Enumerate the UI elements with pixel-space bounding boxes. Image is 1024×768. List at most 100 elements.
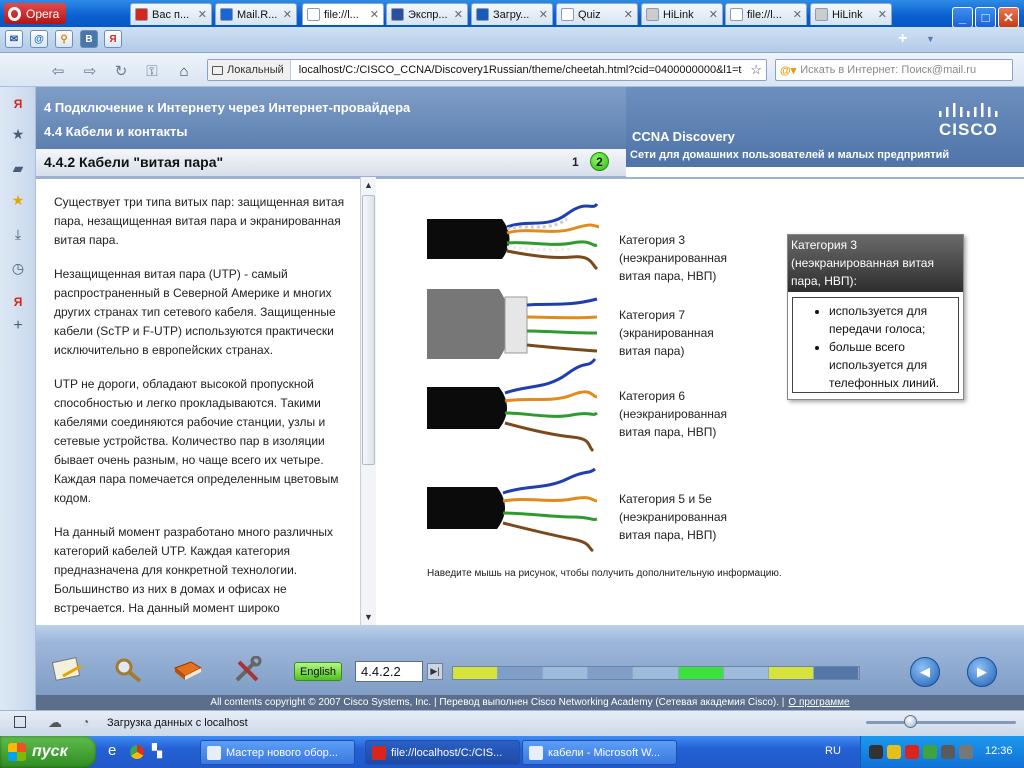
cloud-icon[interactable]: ☁ [48, 714, 62, 731]
scroll-thumb[interactable] [362, 195, 375, 465]
cable-label[interactable]: Категория 7 (экранированная витая пара) [619, 306, 749, 360]
chrome-icon[interactable] [130, 745, 144, 759]
search-engine-icon[interactable]: @▾ [780, 64, 796, 77]
forward-arrow-icon[interactable]: ⇨ [80, 61, 100, 81]
progress-segment[interactable] [543, 667, 589, 679]
search-ticket-icon[interactable]: ⚲ [55, 30, 73, 48]
progress-segment[interactable] [633, 667, 679, 679]
ie-icon[interactable]: e [108, 742, 116, 759]
progress-segment[interactable] [453, 667, 499, 679]
cable-cat6[interactable] [427, 358, 598, 453]
reload-icon[interactable]: ↻ [111, 61, 131, 81]
about-program-link[interactable]: О программе [788, 697, 849, 708]
url-field[interactable]: Локальный localhost/C:/CISCO_CCNA/Discov… [207, 59, 767, 81]
start-button[interactable]: пуск [0, 736, 96, 768]
cable-cat7[interactable] [427, 289, 598, 359]
tab-close-icon[interactable]: ✕ [624, 8, 633, 21]
next-page-arrow-icon[interactable]: ▶ [967, 657, 997, 687]
language-indicator[interactable]: RU [825, 745, 841, 757]
progress-segment[interactable] [813, 667, 859, 679]
favorite-star-icon[interactable]: ★ [9, 191, 27, 209]
home-icon[interactable]: ⌂ [174, 61, 194, 81]
taskbar-task[interactable]: кабели - Microsoft W... [522, 740, 677, 765]
minimize-icon[interactable]: _ [952, 7, 973, 28]
tray-app-icon[interactable] [869, 745, 883, 759]
key-icon[interactable]: ⚿ [142, 61, 162, 81]
go-to-page-icon[interactable]: ▶| [427, 663, 443, 680]
cable-cat3[interactable] [427, 202, 600, 271]
cable-label[interactable]: Категория 6 (неэкранированная витая пара, … [619, 387, 749, 441]
yandex-icon[interactable]: Я [104, 30, 122, 48]
mail-icon[interactable]: ✉ [5, 30, 23, 48]
shield-icon[interactable] [887, 745, 901, 759]
browser-tab[interactable]: Экспр... ✕ [386, 3, 468, 25]
history-clock-icon[interactable]: ◷ [9, 259, 27, 277]
cables-image[interactable] [427, 199, 607, 564]
volume-icon[interactable] [941, 745, 955, 759]
browser-tab[interactable]: Mail.R... ✕ [215, 3, 297, 25]
antivirus-icon[interactable] [905, 745, 919, 759]
mailru-icon[interactable]: @ [30, 30, 48, 48]
tab-close-icon[interactable]: ✕ [370, 8, 379, 21]
cable-cat5[interactable] [427, 467, 598, 553]
search-input[interactable]: @▾ Искать в Интернет: Поиск@mail.ru [775, 59, 1013, 81]
page-link-1[interactable]: 1 [572, 155, 579, 169]
progress-segment[interactable] [498, 667, 544, 679]
cable-label[interactable]: Категория 3 (неэкранированная витая пара, … [619, 231, 749, 285]
text-scrollbar[interactable]: ▲ ▼ [360, 177, 376, 625]
local-badge[interactable]: Локальный [208, 60, 291, 80]
browser-tab[interactable]: file://l... ✕ [302, 3, 384, 25]
search-tool-icon[interactable] [110, 655, 146, 685]
tab-close-icon[interactable]: ✕ [709, 8, 718, 21]
zoom-slider[interactable] [866, 721, 1016, 724]
browser-tab[interactable]: HiLink ✕ [810, 3, 892, 25]
browser-tab[interactable]: HiLink ✕ [641, 3, 723, 25]
tab-close-icon[interactable]: ✕ [539, 8, 548, 21]
bookmarks-star-icon[interactable]: ★ [9, 125, 27, 143]
progress-segment[interactable] [588, 667, 634, 679]
progress-segment[interactable] [678, 667, 724, 679]
browser-tab[interactable]: Загру... ✕ [471, 3, 553, 25]
browser-tab[interactable]: file://l... ✕ [725, 3, 807, 25]
tab-close-icon[interactable]: ✕ [283, 8, 292, 21]
scroll-up-icon[interactable]: ▲ [361, 177, 376, 192]
taskbar-task[interactable]: file://localhost/C:/CIS... [365, 740, 520, 765]
page-link-2-current[interactable]: 2 [590, 152, 609, 171]
cable-label[interactable]: Категория 5 и 5e (неэкранированная витая п… [619, 490, 749, 544]
progress-segment[interactable] [768, 667, 814, 679]
tab-list-chevron-icon[interactable]: ▼ [926, 34, 935, 44]
previous-page-arrow-icon[interactable]: ◀ [910, 657, 940, 687]
tab-close-icon[interactable]: ✕ [198, 8, 207, 21]
progress-segment[interactable] [723, 667, 769, 679]
close-window-icon[interactable]: ✕ [998, 7, 1019, 28]
browser-tab[interactable]: Вас п... ✕ [130, 3, 212, 25]
notes-icon[interactable]: ▰ [9, 159, 27, 177]
course-progress-bar[interactable] [452, 666, 860, 680]
network-icon[interactable] [923, 745, 937, 759]
glossary-book-icon[interactable] [170, 655, 206, 685]
tab-close-icon[interactable]: ✕ [454, 8, 463, 21]
tab-close-icon[interactable]: ✕ [878, 8, 887, 21]
yandex-panel-icon[interactable]: Я [9, 95, 27, 113]
vk-icon[interactable]: В [80, 30, 98, 48]
scroll-down-icon[interactable]: ▼ [361, 609, 376, 624]
tools-icon[interactable] [230, 655, 266, 685]
zoom-slider-thumb[interactable] [904, 715, 917, 728]
tab-close-icon[interactable]: ✕ [793, 8, 802, 21]
opera-menu-button[interactable]: Opera [4, 3, 66, 24]
panel-toggle-icon[interactable] [14, 716, 26, 728]
taskbar-task[interactable]: Мастер нового обор... [200, 740, 355, 765]
yandex-mail-icon[interactable]: Я [9, 293, 27, 311]
notes-tool-icon[interactable] [50, 655, 86, 685]
add-panel-icon[interactable]: + [9, 317, 27, 335]
browser-tab[interactable]: Quiz ✕ [556, 3, 638, 25]
language-button[interactable]: English [294, 662, 342, 681]
bookmark-star-icon[interactable]: ☆ [746, 62, 766, 78]
back-arrow-icon[interactable]: ⇦ [48, 61, 68, 81]
page-number-input[interactable]: 4.4.2.2 [355, 661, 423, 682]
media-player-icon[interactable]: ▚ [152, 743, 162, 759]
maximize-icon[interactable]: □ [975, 7, 996, 28]
device-icon[interactable] [959, 745, 973, 759]
new-tab-icon[interactable]: + [898, 30, 907, 48]
downloads-icon[interactable]: ⤓ [9, 225, 27, 243]
